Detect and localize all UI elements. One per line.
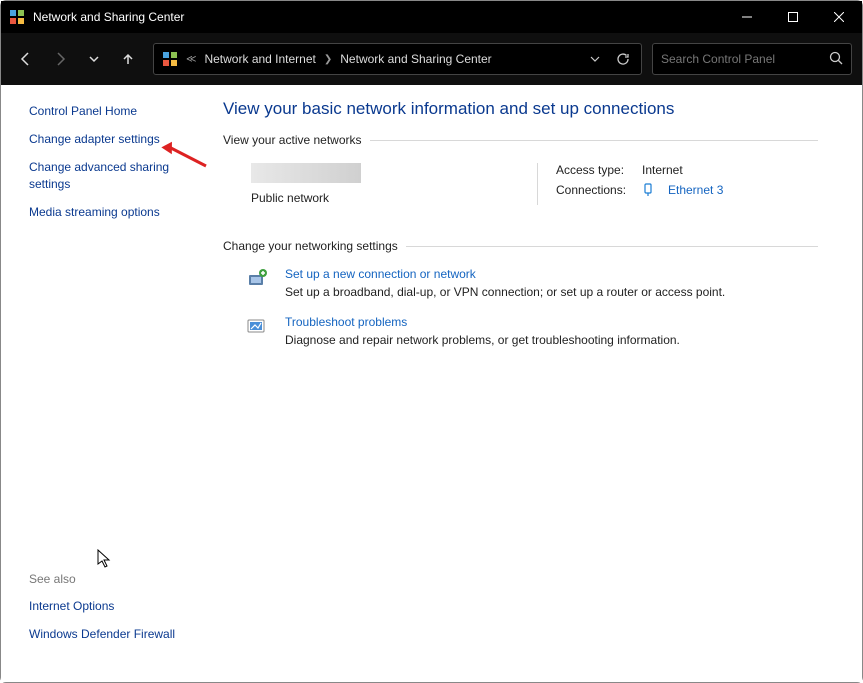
search-icon[interactable] [829, 51, 843, 68]
window-controls [724, 1, 862, 33]
app-icon [9, 9, 25, 25]
refresh-button[interactable] [613, 52, 633, 66]
see-also-section: See also Internet Options Windows Defend… [29, 572, 197, 668]
network-left: Public network [251, 163, 537, 205]
nav-forward-button[interactable] [45, 44, 75, 74]
section-active-networks: View your active networks [223, 133, 818, 147]
breadcrumb-current[interactable]: Network and Sharing Center [340, 52, 491, 66]
close-button[interactable] [816, 1, 862, 33]
network-type: Public network [251, 191, 537, 205]
access-type-value: Internet [642, 163, 683, 177]
ethernet-icon [642, 183, 654, 197]
network-name-redacted [251, 163, 361, 183]
section-rule [406, 246, 818, 247]
chevron-right-icon: ❯ [322, 54, 334, 65]
task-setup-desc: Set up a broadband, dial-up, or VPN conn… [285, 285, 725, 299]
nav-recent-button[interactable] [79, 44, 109, 74]
see-also-heading: See also [29, 572, 197, 586]
setup-connection-icon [245, 267, 269, 291]
task-troubleshoot-desc: Diagnose and repair network problems, or… [285, 333, 680, 347]
main-panel: View your basic network information and … [211, 85, 862, 682]
window-title: Network and Sharing Center [33, 10, 724, 24]
section-active-label: View your active networks [223, 133, 362, 147]
task-setup-connection: Set up a new connection or network Set u… [223, 263, 818, 311]
task-troubleshoot-link[interactable]: Troubleshoot problems [285, 315, 407, 329]
active-network-row: Public network Access type: Internet Con… [223, 157, 818, 219]
task-setup-link[interactable]: Set up a new connection or network [285, 267, 476, 281]
page-title: View your basic network information and … [223, 99, 818, 119]
chevron-left-icon: ≪ [184, 54, 198, 65]
network-right: Access type: Internet Connections: Ether… [556, 163, 723, 205]
breadcrumb-parent[interactable]: Network and Internet [204, 52, 315, 66]
location-icon [162, 51, 178, 67]
access-type-label: Access type: [556, 163, 630, 177]
connections-label: Connections: [556, 183, 630, 197]
address-bar[interactable]: ≪ Network and Internet ❯ Network and Sha… [153, 43, 642, 75]
content-area: Control Panel Home Change adapter settin… [1, 85, 862, 682]
toolbar: ≪ Network and Internet ❯ Network and Sha… [1, 33, 862, 85]
sidebar-link-adapter[interactable]: Change adapter settings [29, 131, 197, 147]
sidebar-link-media[interactable]: Media streaming options [29, 204, 197, 220]
see-also-internet-options[interactable]: Internet Options [29, 598, 197, 614]
minimize-button[interactable] [724, 1, 770, 33]
task-troubleshoot: Troubleshoot problems Diagnose and repai… [223, 311, 818, 359]
address-dropdown-button[interactable] [585, 54, 605, 64]
search-bar[interactable] [652, 43, 852, 75]
section-change-settings: Change your networking settings [223, 239, 818, 253]
sidebar-link-advanced[interactable]: Change advanced sharing settings [29, 159, 197, 191]
section-change-label: Change your networking settings [223, 239, 398, 253]
sidebar: Control Panel Home Change adapter settin… [1, 85, 211, 682]
see-also-firewall[interactable]: Windows Defender Firewall [29, 626, 197, 642]
section-rule [370, 140, 818, 141]
troubleshoot-icon [245, 315, 269, 339]
maximize-button[interactable] [770, 1, 816, 33]
nav-up-button[interactable] [113, 44, 143, 74]
connection-link[interactable]: Ethernet 3 [668, 183, 723, 197]
sidebar-link-home[interactable]: Control Panel Home [29, 103, 197, 119]
network-divider [537, 163, 538, 205]
nav-back-button[interactable] [11, 44, 41, 74]
titlebar: Network and Sharing Center [1, 1, 862, 33]
search-input[interactable] [661, 52, 829, 66]
